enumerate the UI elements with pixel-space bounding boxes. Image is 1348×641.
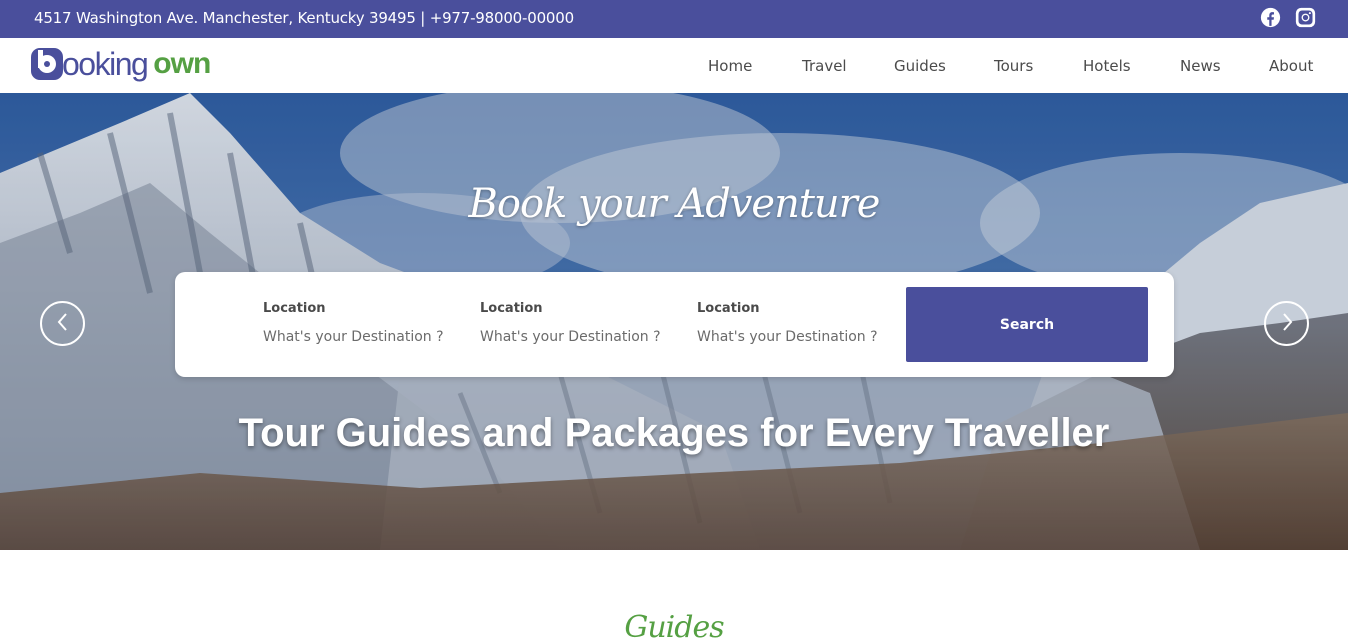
top-info-bar: 4517 Washington Ave. Manchester, Kentuck… — [0, 0, 1348, 38]
location-label: Location — [480, 301, 543, 316]
brand-logo[interactable]: ooking own — [31, 46, 211, 82]
location-field-2[interactable]: Location What's your Destination ? — [480, 301, 661, 345]
destination-input[interactable]: What's your Destination ? — [697, 329, 878, 345]
destination-input[interactable]: What's your Destination ? — [480, 329, 661, 345]
location-label: Location — [697, 301, 760, 316]
nav-item-travel[interactable]: Travel — [802, 57, 847, 75]
chevron-right-icon — [1279, 311, 1295, 337]
search-card: Location What's your Destination ? Locat… — [175, 272, 1174, 377]
section-title-guides: Guides — [624, 610, 724, 641]
logo-b-mark — [31, 48, 63, 80]
carousel-next-button[interactable] — [1264, 301, 1309, 346]
carousel-prev-button[interactable] — [40, 301, 85, 346]
contact-address: 4517 Washington Ave. Manchester, Kentuck… — [34, 9, 574, 27]
logo-text-accent: own — [153, 47, 211, 80]
nav-item-tours[interactable]: Tours — [994, 57, 1033, 75]
nav-item-news[interactable]: News — [1180, 57, 1221, 75]
nav-item-about[interactable]: About — [1269, 57, 1313, 75]
instagram-icon[interactable] — [1295, 7, 1316, 28]
location-field-1[interactable]: Location What's your Destination ? — [263, 301, 444, 345]
main-navbar: ooking own Home Travel Guides Tours Hote… — [0, 38, 1348, 93]
facebook-icon[interactable] — [1260, 7, 1281, 28]
hero-banner: Book your Adventure Location What's your… — [0, 93, 1348, 550]
chevron-left-icon — [55, 311, 71, 337]
location-label: Location — [263, 301, 326, 316]
hero-tagline: Tour Guides and Packages for Every Trave… — [238, 411, 1110, 455]
nav-item-guides[interactable]: Guides — [894, 57, 946, 75]
nav-item-hotels[interactable]: Hotels — [1083, 57, 1131, 75]
nav-item-home[interactable]: Home — [708, 57, 752, 75]
hero-script-title: Book your Adventure — [468, 181, 881, 227]
location-field-3[interactable]: Location What's your Destination ? — [697, 301, 878, 345]
logo-text-primary: ooking — [62, 46, 149, 82]
search-button[interactable]: Search — [906, 287, 1148, 362]
destination-input[interactable]: What's your Destination ? — [263, 329, 444, 345]
